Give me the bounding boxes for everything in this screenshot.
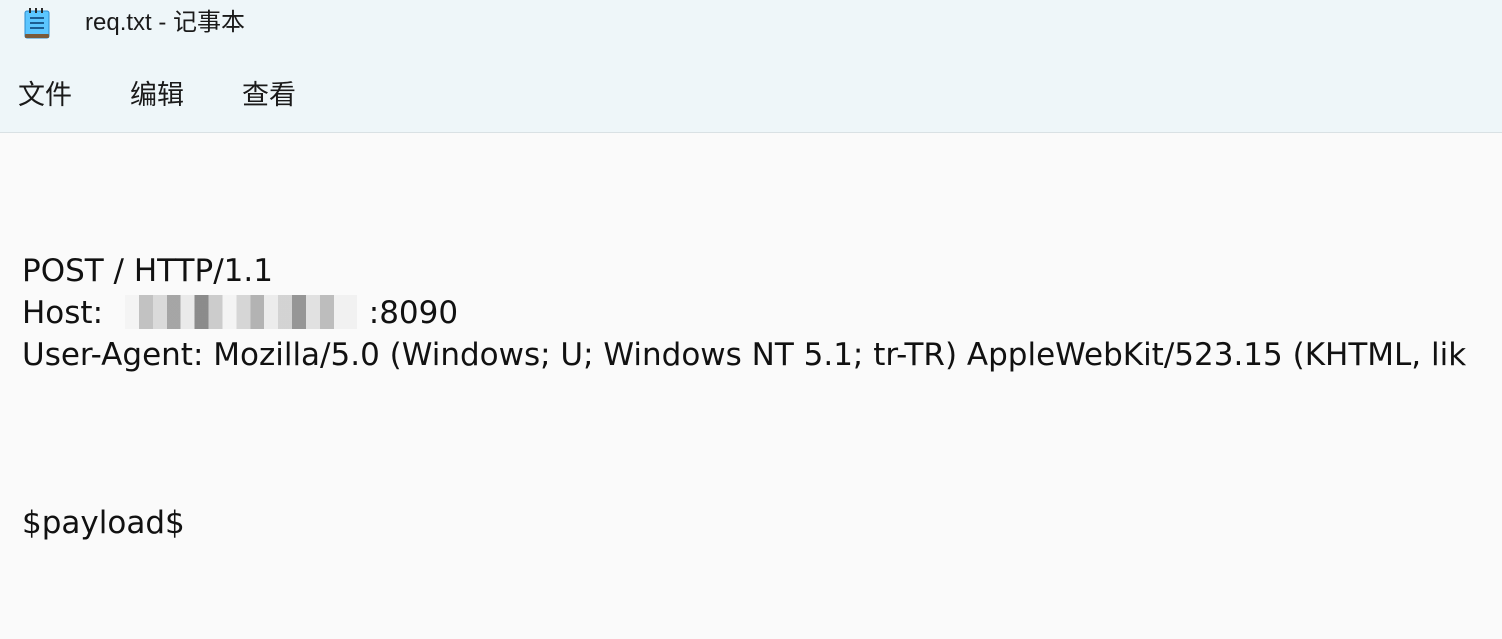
notepad-icon xyxy=(24,8,50,39)
window-title: req.txt - 记事本 xyxy=(85,9,246,36)
host-port: :8090 xyxy=(368,295,459,331)
text-editor[interactable]: POST / HTTP/1.1 Host: :8090 User-Agent: … xyxy=(0,133,1502,639)
text-line: Host: :8090 xyxy=(22,292,458,334)
menu-view[interactable]: 查看 xyxy=(240,78,298,114)
menu-edit[interactable]: 编辑 xyxy=(128,78,186,114)
title-bar[interactable]: req.txt - 记事本 xyxy=(0,0,1502,60)
host-label: Host: xyxy=(22,295,113,331)
menu-bar: 文件 编辑 查看 xyxy=(0,60,1502,133)
text-line: POST / HTTP/1.1 xyxy=(22,253,273,289)
text-line: $payload$ xyxy=(22,505,185,541)
text-line: User-Agent: Mozilla/5.0 (Windows; U; Win… xyxy=(22,337,1467,373)
redacted-host xyxy=(124,295,357,329)
menu-file[interactable]: 文件 xyxy=(16,78,74,114)
notepad-window: req.txt - 记事本 文件 编辑 查看 POST / HTTP/1.1 H… xyxy=(0,0,1502,639)
